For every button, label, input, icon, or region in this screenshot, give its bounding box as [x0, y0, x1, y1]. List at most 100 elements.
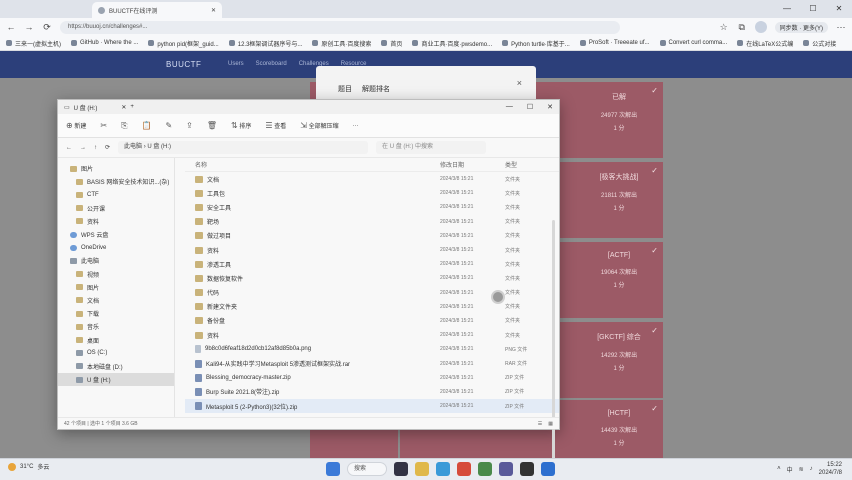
tab-challenge[interactable]: 题目 [338, 84, 352, 94]
copy-icon[interactable]: ⎘ [121, 121, 127, 131]
chevron-up-icon[interactable]: ˄ [777, 466, 781, 472]
file-row[interactable]: 渗透工具 2024/3/8 15:21 文件夹 [185, 257, 559, 271]
bookmark-item[interactable]: 三来一(虚拟主机) [6, 39, 61, 48]
sidebar-item[interactable]: 文档 [58, 294, 174, 307]
maximize-button[interactable]: ☐ [527, 103, 533, 111]
column-name[interactable]: 名称 [185, 160, 440, 169]
challenge-card[interactable]: ✓ 已解 24977 次解出 1 分 [575, 82, 663, 158]
sidebar-item[interactable]: 图片 [58, 162, 174, 175]
column-date[interactable]: 修改日期 [440, 160, 505, 169]
volume-icon[interactable]: ♪ [810, 466, 813, 472]
challenge-card[interactable]: ✓ [HCTF] 14439 次解出 1 分 [575, 400, 663, 458]
file-row[interactable]: 9b8c0d6feaf18d2d0cb12af8d85b0a.png 2024/3… [185, 342, 559, 356]
start-icon[interactable] [326, 462, 340, 476]
bookmark-item[interactable]: 首页 [381, 39, 402, 48]
sidebar-item[interactable]: 音乐 [58, 320, 174, 333]
sidebar-item[interactable]: CTF [58, 188, 174, 201]
menu-icon[interactable]: ⋯ [836, 22, 846, 33]
bookmark-item[interactable]: ProSoft · Treeeate uf... [579, 40, 650, 46]
bookmark-item[interactable]: 原创工具·百度搜索 [312, 39, 371, 48]
app-icon[interactable] [457, 462, 471, 476]
sidebar-item[interactable]: 下载 [58, 307, 174, 320]
close-button[interactable]: ✕ [826, 0, 852, 18]
more-button[interactable]: ··· [353, 123, 359, 129]
up-icon[interactable]: ↑ [94, 145, 97, 151]
sidebar-item[interactable]: 视频 [58, 268, 174, 281]
sidebar-item[interactable]: OneDrive [58, 241, 174, 254]
bookmark-item[interactable]: python pid(框架_guid... [148, 39, 219, 48]
details-view-icon[interactable]: ☰ [538, 421, 542, 427]
browser-tab[interactable]: BUUCTF在线评测 ✕ [92, 2, 222, 18]
task-view-icon[interactable] [394, 462, 408, 476]
file-explorer-icon[interactable] [415, 462, 429, 476]
file-row[interactable]: 资料 2024/3/8 15:21 文件夹 [185, 243, 559, 257]
terminal-icon[interactable] [520, 462, 534, 476]
file-row[interactable]: 备份盘 2024/3/8 15:21 文件夹 [185, 314, 559, 328]
scrollbar[interactable] [552, 220, 555, 470]
profile-avatar[interactable] [754, 21, 767, 33]
file-row[interactable]: 资料 2024/3/8 15:21 文件夹 [185, 328, 559, 342]
file-row[interactable]: 工具包 2024/3/8 15:21 文件夹 [185, 186, 559, 200]
app-icon[interactable] [478, 462, 492, 476]
star-icon[interactable]: ☆ [719, 22, 729, 33]
bookmark-item[interactable]: 12.3框架调试器序号与... [228, 39, 302, 48]
file-row[interactable]: 文档 2024/3/8 15:21 文件夹 [185, 172, 559, 186]
new-button[interactable]: ⊕ 新建 [66, 121, 86, 130]
new-tab-icon[interactable]: + [130, 104, 134, 110]
file-row[interactable]: Blessing_democracy-master.zip 2024/3/8 15… [185, 371, 559, 385]
close-button[interactable]: ✕ [547, 103, 553, 111]
paste-icon[interactable]: 📋 [142, 121, 152, 130]
taskbar-search[interactable]: 搜索 [347, 462, 387, 476]
nav-item[interactable]: Scoreboard [256, 61, 287, 67]
wifi-icon[interactable]: ≋ [799, 466, 804, 473]
challenge-card[interactable]: ✓ [ACTF] 19064 次解出 1 分 [575, 242, 663, 318]
weather-widget[interactable]: 31°C 多云 [8, 462, 49, 471]
sidebar-item[interactable]: OS (C:) [58, 347, 174, 360]
refresh-icon[interactable]: ⟳ [105, 144, 110, 151]
back-icon[interactable]: ← [66, 145, 72, 151]
sort-button[interactable]: ⇅ 排序 [231, 121, 251, 130]
nav-item[interactable]: Users [228, 61, 244, 67]
minimize-button[interactable]: — [506, 103, 513, 111]
sidebar-item[interactable]: BASIS 网络安全技术知识...(杂) [58, 175, 174, 188]
sidebar-item[interactable]: WPS 云盘 [58, 228, 174, 241]
sidebar-item[interactable]: 此电脑 [58, 254, 174, 267]
bookmark-item[interactable]: 在线LaTeX公式编 [737, 39, 793, 48]
bookmark-item[interactable]: 商业工具·百度·pwsdemo... [412, 39, 492, 48]
bookmark-item[interactable]: GitHub · Where the ... [71, 40, 138, 46]
app-icon[interactable] [541, 462, 555, 476]
tiles-view-icon[interactable]: ▦ [548, 421, 553, 427]
column-type[interactable]: 类型 [505, 160, 545, 169]
site-logo[interactable]: BUUCTF [166, 60, 201, 69]
app-icon[interactable] [499, 462, 513, 476]
extract-all-button[interactable]: ⇲ 全部解压缩 [300, 121, 338, 130]
file-row[interactable]: 做过项目 2024/3/8 15:21 文件夹 [185, 229, 559, 243]
bookmark-item[interactable]: Convert curl comma... [659, 40, 727, 46]
sync-button[interactable]: 同步数 · 更多(Y) [774, 21, 828, 33]
forward-icon[interactable]: → [80, 145, 86, 151]
tab-solves[interactable]: 解题排名 [362, 84, 390, 94]
file-row[interactable]: 安全工具 2024/3/8 15:21 文件夹 [185, 200, 559, 214]
bookmark-item[interactable]: Python turtle·库基于... [502, 39, 570, 48]
close-tab-icon[interactable]: ✕ [121, 104, 126, 111]
share-icon[interactable]: ⇪ [186, 121, 193, 130]
cut-icon[interactable]: ✂ [100, 121, 107, 130]
view-button[interactable]: ☰ 查看 [265, 121, 286, 130]
forward-icon[interactable]: → [24, 22, 34, 32]
sidebar-item[interactable]: 图片 [58, 281, 174, 294]
sidebar-item[interactable]: 公开课 [58, 202, 174, 215]
file-row[interactable]: Metasploit 5 (2-Python3)(32位).zip 2024/3/… [185, 399, 559, 414]
back-icon[interactable]: ← [6, 22, 16, 32]
sidebar-item[interactable]: 本地磁盘 (D:) [58, 360, 174, 373]
file-row[interactable]: Kali94-从实践中学习Metasploit 5渗透测试框架实战.rar 202… [185, 356, 559, 370]
minimize-button[interactable]: — [774, 0, 800, 18]
bookmark-item[interactable]: 公式对接 [803, 39, 836, 48]
explorer-search-input[interactable]: 在 U 盘 (H:) 中搜索 [376, 141, 487, 154]
modal-close-icon[interactable]: × [517, 78, 522, 88]
url-field[interactable]: https://buuoj.cn/challenges#... [60, 20, 620, 34]
explorer-path-field[interactable]: 此电脑 › U 盘 (H:) [118, 141, 369, 154]
rename-icon[interactable]: ✎ [165, 121, 172, 130]
challenge-card[interactable]: ✓ [极客大挑战] 21811 次解出 1 分 [575, 162, 663, 238]
maximize-button[interactable]: ☐ [800, 0, 826, 18]
edge-icon[interactable] [436, 462, 450, 476]
